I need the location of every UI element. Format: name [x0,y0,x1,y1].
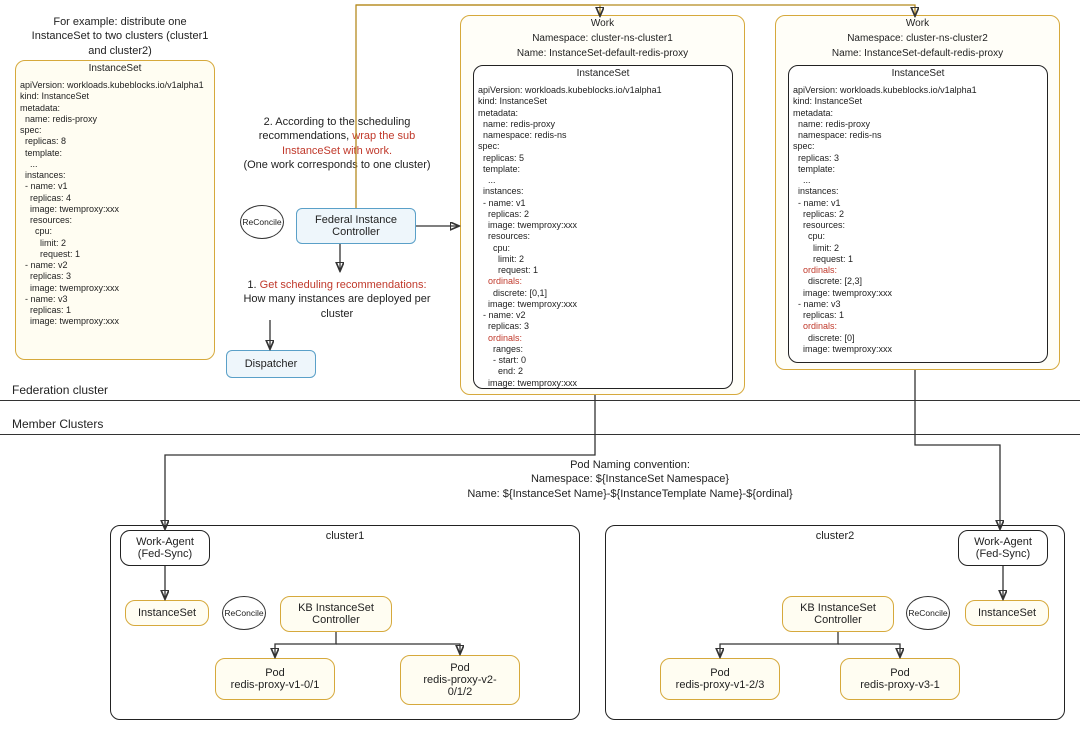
work2-title: Work [776,16,1059,31]
pod-naming: Pod Naming convention: Namespace: ${Inst… [440,458,820,501]
work1-name: Name: InstanceSet-default-redis-proxy [461,46,744,61]
cluster1-work-agent: Work-Agent (Fed-Sync) [120,530,210,566]
work2-yaml: apiVersion: workloads.kubeblocks.io/v1al… [789,81,1047,359]
work1-yaml: apiVersion: workloads.kubeblocks.io/v1al… [474,81,732,393]
work2-ns: Namespace: cluster-ns-cluster2 [776,31,1059,46]
federal-instance-controller: Federal Instance Controller [296,208,416,244]
step1-prefix: 1. [247,279,259,291]
work2: Work Namespace: cluster-ns-cluster2 Name… [775,15,1060,370]
cluster1-instanceset: InstanceSet [125,600,209,626]
source-instanceset: InstanceSet apiVersion: workloads.kubebl… [15,60,215,360]
work1-ns: Namespace: cluster-ns-cluster1 [461,31,744,46]
divider-1 [0,400,1080,401]
work2-name: Name: InstanceSet-default-redis-proxy [776,46,1059,61]
pod-naming-l3: Name: ${InstanceSet Name}-${InstanceTemp… [467,488,792,500]
work2-is-title: InstanceSet [789,66,1047,81]
member-clusters-label: Member Clusters [12,417,103,431]
reconcile-c1: ReConcile [222,596,266,630]
cluster1-pod1: Pod redis-proxy-v1-0/1 [215,658,335,700]
pod-naming-l2: Namespace: ${InstanceSet Namespace} [531,473,729,485]
cluster2-pod2: Pod redis-proxy-v3-1 [840,658,960,700]
cluster1-pod2: Pod redis-proxy-v2- 0/1/2 [400,655,520,705]
step1-suffix: How many instances are deployed per clus… [243,293,430,319]
cluster2-pod1: Pod redis-proxy-v1-2/3 [660,658,780,700]
work1-title: Work [461,16,744,31]
cluster1-kb-controller: KB InstanceSet Controller [280,596,392,632]
reconcile-fed: ReConcile [240,205,284,239]
federation-cluster-label: Federation cluster [12,383,108,397]
step2-annotation: 2. According to the scheduling recommend… [232,115,442,172]
work1: Work Namespace: cluster-ns-cluster1 Name… [460,15,745,395]
source-is-title: InstanceSet [16,61,214,76]
example-note: For example: distribute one InstanceSet … [30,15,210,58]
cluster2-kb-controller: KB InstanceSet Controller [782,596,894,632]
cluster2-instanceset: InstanceSet [965,600,1049,626]
source-is-yaml: apiVersion: workloads.kubeblocks.io/v1al… [16,76,214,332]
work1-instanceset: InstanceSet apiVersion: workloads.kubebl… [473,65,733,389]
work1-is-title: InstanceSet [474,66,732,81]
cluster2-work-agent: Work-Agent (Fed-Sync) [958,530,1048,566]
step1-annotation: 1. Get scheduling recommendations: How m… [232,278,442,321]
reconcile-c2: ReConcile [906,596,950,630]
divider-2 [0,434,1080,435]
step2-suffix: (One work corresponds to one cluster) [243,159,430,171]
step1-highlight: Get scheduling recommendations: [260,279,427,291]
work2-instanceset: InstanceSet apiVersion: workloads.kubebl… [788,65,1048,363]
pod-naming-l1: Pod Naming convention: [570,459,690,471]
dispatcher: Dispatcher [226,350,316,378]
